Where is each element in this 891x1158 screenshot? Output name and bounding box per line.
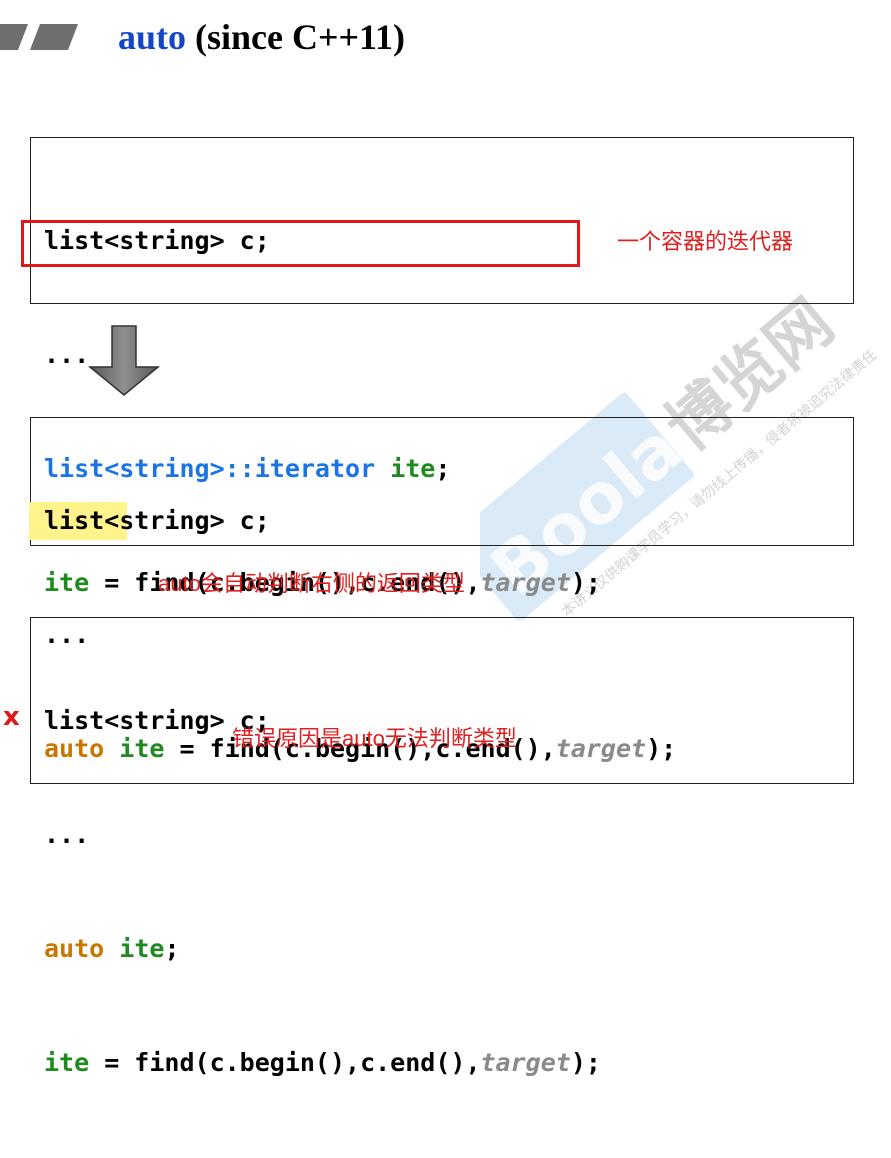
annotation-iterator: 一个容器的迭代器 — [617, 229, 794, 254]
code-block-error: list<string> c; ... auto ite; ite = find… — [30, 617, 854, 1077]
header-decoration — [0, 24, 78, 50]
annotation-error: 错误原因是auto无法判断类型 — [232, 726, 517, 751]
code-line-2: ... — [44, 820, 90, 849]
down-arrow — [88, 325, 160, 396]
error-mark: x — [3, 702, 20, 732]
code-line-1: list<string> c; — [44, 506, 270, 535]
code-block-auto: list<string> c; ... auto ite = find(c.be… — [29, 417, 854, 763]
code-line-3: auto ite; — [44, 930, 601, 968]
semicolon: ; — [164, 934, 180, 963]
annotation-auto-deduction: auto会自动判断右侧的返回类型 — [158, 571, 465, 596]
code-lines: list<string> c; ... auto ite; ite = find… — [44, 626, 601, 1158]
var-ite: ite — [44, 1048, 90, 1077]
slide-title: auto (since C++11) — [118, 16, 405, 58]
code-line-4: ite = find(c.begin(),c.end(),target); — [44, 1044, 601, 1082]
var-ite: ite — [119, 934, 165, 963]
target-arg: target — [480, 1048, 571, 1077]
auto-keyword: auto — [44, 934, 105, 963]
call-end: ); — [570, 1048, 601, 1077]
title-rest: (since C++11) — [186, 17, 406, 57]
title-keyword: auto — [118, 17, 187, 57]
find-call: = find(c.begin(),c.end(), — [89, 1048, 481, 1077]
iterator-highlight-box — [21, 220, 580, 267]
